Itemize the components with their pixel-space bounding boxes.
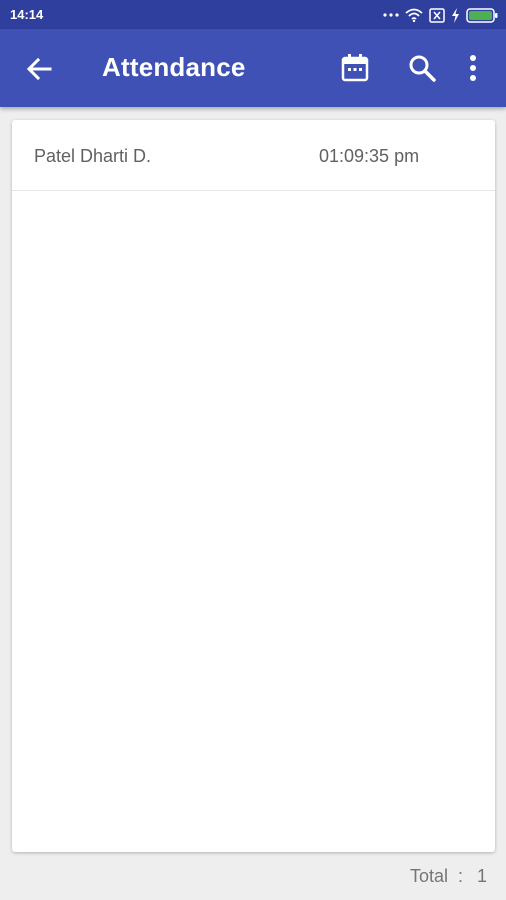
calendar-icon: [341, 54, 369, 82]
total-separator: :: [458, 866, 464, 886]
calendar-button[interactable]: [339, 52, 371, 84]
wifi-icon: [405, 8, 423, 22]
search-icon: [409, 55, 436, 82]
app-bar: Attendance: [0, 29, 506, 107]
attendance-time: 01:09:35 pm: [319, 146, 420, 166]
status-time: 14:14: [10, 7, 44, 22]
back-arrow-icon: [26, 57, 52, 81]
charging-icon: [451, 7, 460, 23]
total-count: Total:1: [410, 866, 487, 887]
more-options-button[interactable]: [461, 52, 485, 84]
total-value: 1: [477, 866, 488, 886]
more-vert-icon: [470, 55, 476, 81]
sim-x-icon: [429, 7, 445, 23]
attendance-card: Patel Dharti D. 01:09:35 pm: [12, 120, 495, 852]
attendance-list-item[interactable]: Patel Dharti D. 01:09:35 pm: [12, 120, 495, 191]
page-title: Attendance: [102, 52, 246, 82]
total-label: Total: [410, 866, 449, 886]
battery-icon: [466, 7, 498, 23]
dots-icon: [383, 12, 399, 18]
status-icons: [383, 5, 498, 25]
status-bar: 14:14: [0, 0, 506, 29]
back-button[interactable]: [24, 54, 54, 84]
attendee-name: Patel Dharti D.: [34, 146, 152, 166]
search-button[interactable]: [406, 52, 438, 84]
